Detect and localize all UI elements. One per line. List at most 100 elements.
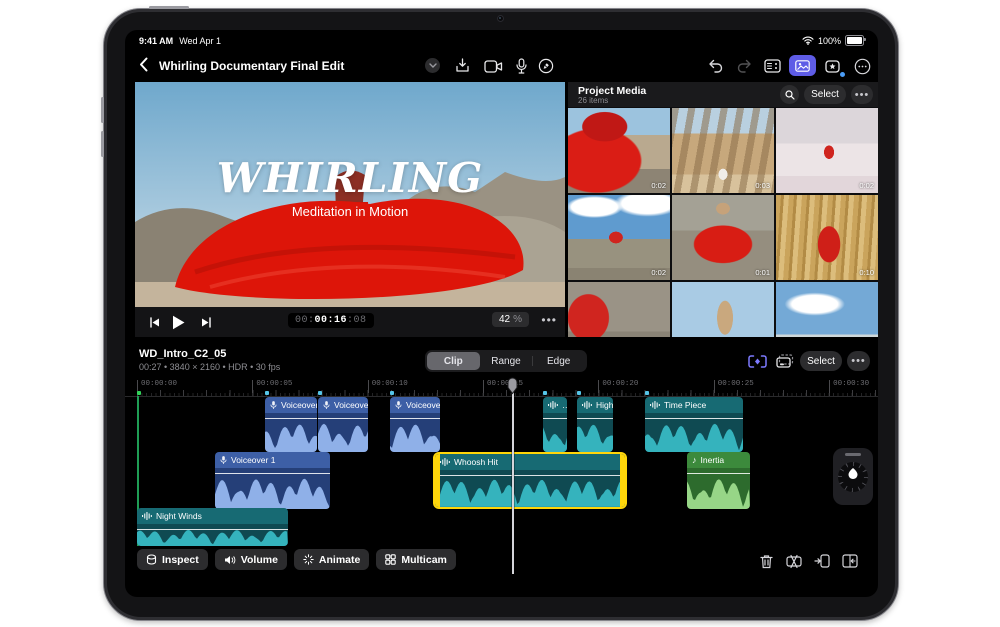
timeline-clip[interactable]: Voiceover 1 (215, 452, 330, 509)
viewer-overlay-subtitle: Meditation in Motion (291, 204, 409, 219)
thumbnail-duration: 0:03 (755, 181, 770, 190)
media-panel-count: 26 items (578, 96, 609, 105)
back-icon[interactable] (139, 57, 148, 72)
jog-handle[interactable] (845, 453, 861, 456)
media-more-icon[interactable]: ••• (851, 85, 873, 104)
media-thumbnail[interactable] (776, 282, 878, 337)
volume-line[interactable] (543, 418, 567, 419)
battery-icon (845, 35, 866, 46)
mode-edge[interactable]: Edge (532, 352, 585, 370)
clip-label: Inertia (700, 455, 725, 465)
undo-icon[interactable] (705, 56, 727, 76)
timeline-clip[interactable]: ♪ Inertia (687, 452, 750, 509)
timeline-select-button[interactable]: Select (800, 351, 842, 371)
timeline-clip[interactable]: Night Winds (137, 508, 288, 546)
timeline-more-icon[interactable]: ••• (847, 351, 870, 371)
media-thumbnail[interactable] (568, 282, 670, 337)
volume-line[interactable] (687, 473, 750, 474)
timecode[interactable]: 00:00:16:08 (288, 313, 374, 328)
inspect-button[interactable]: Inspect (137, 549, 208, 570)
ruler-label: 00:00:05 (252, 380, 292, 393)
more-icon[interactable] (851, 56, 873, 76)
media-thumbnail[interactable]: 0:03 (672, 108, 774, 193)
clip-label: Night Winds (156, 511, 202, 521)
status-time: 9:41 AM (139, 36, 174, 46)
snapping-icon[interactable] (745, 351, 769, 371)
connection-mark (265, 391, 269, 395)
edit-mode-segmented: Clip Range Edge (425, 350, 587, 372)
media-thumbnail[interactable]: 0:02 (568, 195, 670, 280)
timeline-clip[interactable]: High… (577, 397, 613, 452)
viewer-video[interactable]: WHIRLING Meditation in Motion (135, 82, 565, 307)
picture-in-picture-icon[interactable] (773, 351, 797, 371)
waveform-icon (548, 401, 558, 409)
playhead[interactable] (512, 378, 514, 574)
microphone-icon[interactable] (510, 56, 532, 76)
replace-clip-icon[interactable] (839, 551, 861, 571)
volume-line[interactable] (390, 418, 440, 419)
effects-icon[interactable] (822, 56, 845, 77)
search-icon[interactable] (780, 85, 799, 104)
front-camera (497, 15, 504, 22)
viewer-more-icon[interactable]: ••• (541, 313, 557, 327)
media-thumbnail[interactable]: 0:02 (568, 108, 670, 193)
timeline-clip[interactable]: Time Piece (645, 397, 743, 452)
timeline-clip[interactable]: Voiceover 2 (265, 397, 317, 452)
waveform-icon (650, 401, 660, 409)
skip-forward-icon[interactable] (197, 314, 215, 330)
timeline-clip[interactable]: Voiceover 2 (318, 397, 368, 452)
ruler-label: 00:00:10 (367, 380, 408, 393)
microphone-icon (220, 455, 227, 465)
media-panel-header: Project Media 26 items Select ••• (568, 82, 878, 107)
volume-line[interactable] (435, 475, 625, 476)
mode-clip[interactable]: Clip (427, 352, 480, 370)
pencil-icon[interactable] (535, 56, 557, 76)
jog-wheel[interactable] (833, 448, 873, 505)
timeline-clip[interactable]: Whoosh Hit (433, 452, 627, 509)
media-thumbnail[interactable] (672, 282, 774, 337)
viewer: WHIRLING Meditation in Motion 00:00:16:0… (135, 82, 565, 337)
inspect-icon (146, 554, 157, 565)
media-browser-icon[interactable] (789, 55, 816, 76)
multicam-button[interactable]: Multicam (376, 549, 456, 570)
volume-line[interactable] (577, 418, 613, 419)
animate-icon (303, 554, 314, 565)
media-select-button[interactable]: Select (804, 85, 846, 104)
camera-icon[interactable] (482, 56, 504, 76)
app-screen: 9:41 AM Wed Apr 1 100% Whirling Document… (125, 30, 878, 597)
volume-line[interactable] (645, 418, 743, 419)
import-icon[interactable] (451, 56, 473, 76)
top-button (149, 6, 189, 9)
timeline-header: WD_Intro_C2_05 00:27 • 3840 × 2160 • HDR… (125, 345, 878, 378)
connection-mark (390, 391, 394, 395)
music-note-icon: ♪ (692, 455, 697, 465)
volume-button[interactable]: Volume (214, 549, 287, 570)
viewer-zoom[interactable]: 42% (491, 312, 529, 327)
timeline-clip[interactable]: … (543, 397, 567, 452)
play-icon[interactable] (169, 314, 187, 330)
title-chevron-icon[interactable] (425, 58, 440, 73)
blade-icon[interactable] (783, 551, 805, 571)
redo-icon (733, 56, 755, 76)
battery-percent: 100% (817, 35, 841, 46)
volume-line[interactable] (215, 473, 330, 474)
volume-line[interactable] (265, 418, 317, 419)
animate-button[interactable]: Animate (293, 549, 370, 570)
waveform-icon (142, 512, 152, 520)
microphone-icon (323, 400, 330, 410)
media-thumbnail[interactable]: 0:01 (672, 195, 774, 280)
project-title[interactable]: Whirling Documentary Final Edit (159, 59, 344, 73)
insert-clip-icon[interactable] (811, 551, 833, 571)
media-thumbnail[interactable]: 0:02 (776, 108, 878, 193)
clip-label: … (562, 400, 567, 410)
media-thumbnail[interactable]: 0:10 (776, 195, 878, 280)
inspector-icon[interactable] (761, 56, 783, 76)
media-panel: Project Media 26 items Select ••• 0:02 0:… (568, 82, 878, 337)
volume-line[interactable] (318, 418, 368, 419)
playhead-handle[interactable] (506, 377, 519, 395)
mode-range[interactable]: Range (480, 352, 533, 370)
timeline-ruler[interactable]: 00:00:00 00:00:05 00:00:10 00:00:15 00:00:20… (125, 378, 878, 397)
skip-back-icon[interactable] (145, 314, 163, 330)
trash-icon[interactable] (755, 551, 777, 571)
timeline-clip[interactable]: Voiceover 3 (390, 397, 440, 452)
